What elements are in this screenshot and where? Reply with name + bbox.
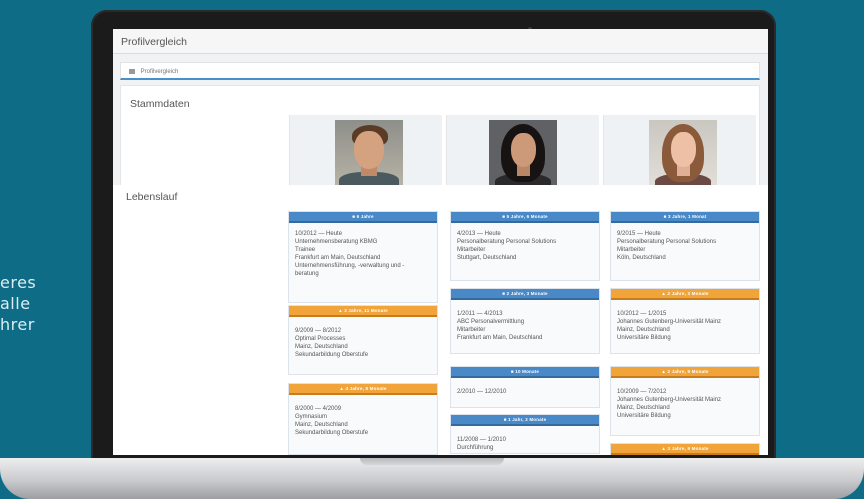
duration-badge: ▲ 2 Jahre, 9 Monate (611, 367, 759, 378)
card-line: 9/2015 — Heute (617, 231, 661, 237)
card-line: Mainz, Deutschland (295, 422, 348, 428)
card-body: 11/2008 — 1/2010 Durchführung (451, 426, 599, 452)
timeline-card[interactable]: ▲ 3 Jahre, 9 Monate (610, 443, 760, 455)
card-line: Mitarbeiter (457, 247, 486, 253)
breadcrumb: Profilvergleich (120, 62, 760, 80)
card-line: Gymnasium (295, 414, 328, 420)
card-line: Durchführung (457, 445, 494, 451)
card-line: Sekundarbildung Oberstufe (295, 352, 369, 358)
marketing-line: eres (0, 273, 37, 292)
card-line: 11/2008 — 1/2010 (457, 437, 506, 443)
timeline-card[interactable]: ■ 6 Jahre 10/2012 — Heute Unternehmensbe… (288, 211, 438, 303)
card-line: Mainz, Deutschland (295, 344, 348, 350)
card-line: Personalberatung Personal Solutions (457, 239, 557, 245)
profile-cell (289, 115, 442, 196)
card-body: 4/2013 — Heute Personalberatung Personal… (451, 223, 599, 262)
card-body: 9/2015 — Heute Personalberatung Personal… (611, 223, 759, 262)
card-body: 10/2009 — 7/2012 Johannes Gutenberg-Univ… (611, 378, 759, 420)
card-line: Unternehmensführung, -verwaltung und - (295, 263, 405, 269)
duration-badge: ■ 5 Jahre, 6 Monate (451, 212, 599, 223)
card-line: 9/2009 — 8/2012 (295, 328, 342, 334)
card-line: Mainz, Deutschland (617, 327, 670, 333)
duration-badge: ■ 6 Jahre (289, 212, 437, 223)
duration-badge: ▲ 3 Jahre, 11 Monate (289, 306, 437, 317)
app-header: Profilvergleich (113, 29, 768, 54)
timeline-card[interactable]: ▲ 2 Jahre, 9 Monate 10/2009 — 7/2012 Joh… (610, 366, 760, 436)
timeline-card[interactable]: ■ 5 Jahre, 6 Monate 4/2013 — Heute Perso… (450, 211, 600, 281)
duration-badge: ▲ 3 Jahre, 9 Monate (611, 444, 759, 455)
card-body: 8/2000 — 4/2009 Gymnasium Mainz, Deutsch… (289, 395, 437, 437)
duration-badge: ▲ 4 Jahre, 8 Monate (289, 384, 437, 395)
timeline-card[interactable]: ■ 3 Jahre, 1 Monat 9/2015 — Heute Person… (610, 211, 760, 281)
timeline-card[interactable]: ■ 2 Jahre, 3 Monate 1/2011 — 4/2013 ABC … (450, 288, 600, 354)
lebenslauf-panel: Lebenslauf ■ 6 Jahre 10/2012 — Heute Unt… (113, 185, 768, 455)
card-line: 1/2011 — 4/2013 (457, 311, 503, 317)
card-line: Johannes Gutenberg-Universität Mainz (617, 319, 722, 325)
card-body: 10/2012 — Heute Unternehmensberatung KBM… (289, 223, 437, 278)
card-line: Stuttgart, Deutschland (457, 255, 517, 261)
marketing-line: hrer (0, 315, 35, 334)
card-line: Mainz, Deutschland (617, 405, 670, 411)
profile-photo[interactable] (335, 120, 403, 190)
card-line: 4/2013 — Heute (457, 231, 501, 237)
timeline-card[interactable]: ▲ 2 Jahre, 3 Monate 10/2012 — 1/2015 Joh… (610, 288, 760, 354)
duration-badge: ■ 2 Jahre, 3 Monate (451, 289, 599, 300)
card-line: ABC Personalvermittlung (457, 319, 525, 325)
duration-badge: ■ 10 Monate (451, 367, 599, 378)
duration-badge: ■ 3 Jahre, 1 Monat (611, 212, 759, 223)
card-body: 10/2012 — 1/2015 Johannes Gutenberg-Univ… (611, 300, 759, 342)
profile-photo[interactable] (489, 120, 557, 190)
card-line: Universitäre Bildung (617, 413, 671, 419)
timeline-card[interactable]: ■ 10 Monate 2/2010 — 12/2010 (450, 366, 600, 408)
card-line: 2/2010 — 12/2010 (457, 389, 507, 395)
card-line: Optimal Processes (295, 336, 346, 342)
marketing-line: alle (0, 294, 31, 313)
marketing-text: eres alle hrer (0, 272, 90, 335)
app-title: Profilvergleich (121, 36, 187, 48)
app-screen: Profilvergleich Profilvergleich Stammdat… (113, 29, 768, 455)
card-line: Köln, Deutschland (617, 255, 666, 261)
timeline-card[interactable]: ▲ 3 Jahre, 11 Monate 9/2009 — 8/2012 Opt… (288, 305, 438, 375)
card-line: Frankfurt am Main, Deutschland (457, 335, 543, 341)
stammdaten-title: Stammdaten (130, 98, 190, 110)
laptop-notch (360, 458, 504, 465)
card-line: Mitarbeiter (457, 327, 486, 333)
card-body: 2/2010 — 12/2010 (451, 378, 599, 396)
card-line: 10/2012 — 1/2015 (617, 311, 667, 317)
card-line: Mitarbeiter (617, 247, 646, 253)
profile-cell (446, 115, 599, 196)
card-line: Universitäre Bildung (617, 335, 671, 341)
home-icon[interactable] (129, 68, 135, 74)
breadcrumb-item[interactable]: Profilvergleich (141, 69, 179, 75)
card-body: 1/2011 — 4/2013 ABC Personalvermittlung … (451, 300, 599, 342)
card-line: Unternehmensberatung KBMG (295, 239, 378, 245)
lebenslauf-title: Lebenslauf (126, 191, 178, 203)
card-body: 9/2009 — 8/2012 Optimal Processes Mainz,… (289, 317, 437, 359)
timeline-card[interactable]: ■ 1 Jahr, 2 Monate 11/2008 — 1/2010 Durc… (450, 414, 600, 454)
stammdaten-panel: Stammdaten (120, 85, 760, 196)
timeline-card[interactable]: ▲ 4 Jahre, 8 Monate 8/2000 — 4/2009 Gymn… (288, 383, 438, 455)
card-line: Johannes Gutenberg-Universität Mainz (617, 397, 722, 403)
duration-badge: ▲ 2 Jahre, 3 Monate (611, 289, 759, 300)
card-line: 10/2012 — Heute (295, 231, 343, 237)
card-line: 10/2009 — 7/2012 (617, 389, 667, 395)
profile-cell (603, 115, 756, 196)
card-line: beratung (295, 271, 319, 277)
profile-photo[interactable] (649, 120, 717, 190)
card-line: Trainee (295, 247, 316, 253)
card-line: Frankfurt am Main, Deutschland (295, 255, 381, 261)
card-line: 8/2000 — 4/2009 (295, 406, 342, 412)
card-line: Sekundarbildung Oberstufe (295, 430, 369, 436)
card-line: Personalberatung Personal Solutions (617, 239, 717, 245)
duration-badge: ■ 1 Jahr, 2 Monate (451, 415, 599, 426)
